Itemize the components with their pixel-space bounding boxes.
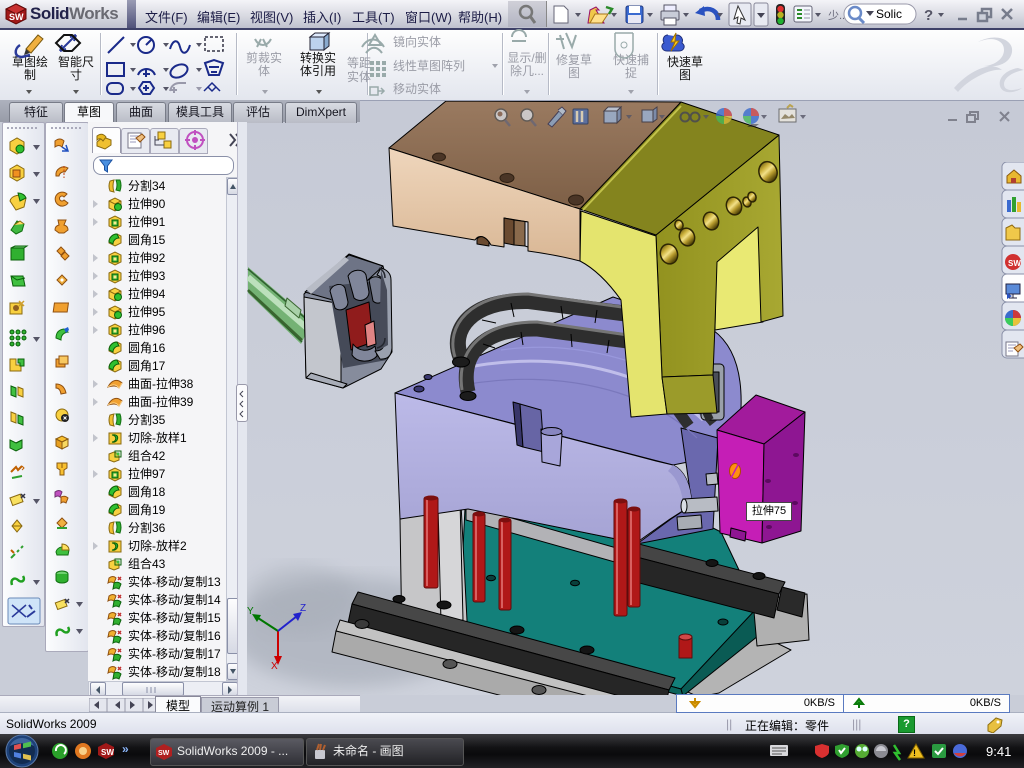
svg-text:SW: SW (101, 748, 114, 757)
svg-text:SW: SW (9, 12, 24, 22)
svg-text:Z: Z (300, 603, 306, 614)
svg-text:Solic: Solic (876, 7, 902, 21)
svg-text:»: » (122, 742, 129, 756)
svg-text:9:41: 9:41 (986, 744, 1011, 759)
svg-text:少..: 少.. (828, 9, 845, 22)
svg-text:!: ! (913, 748, 916, 758)
svg-text:?: ? (924, 7, 933, 24)
svg-text:X: X (271, 661, 278, 672)
svg-text:SW: SW (158, 750, 170, 757)
svg-text:SW: SW (1008, 259, 1021, 268)
svg-text:Y: Y (247, 606, 254, 617)
